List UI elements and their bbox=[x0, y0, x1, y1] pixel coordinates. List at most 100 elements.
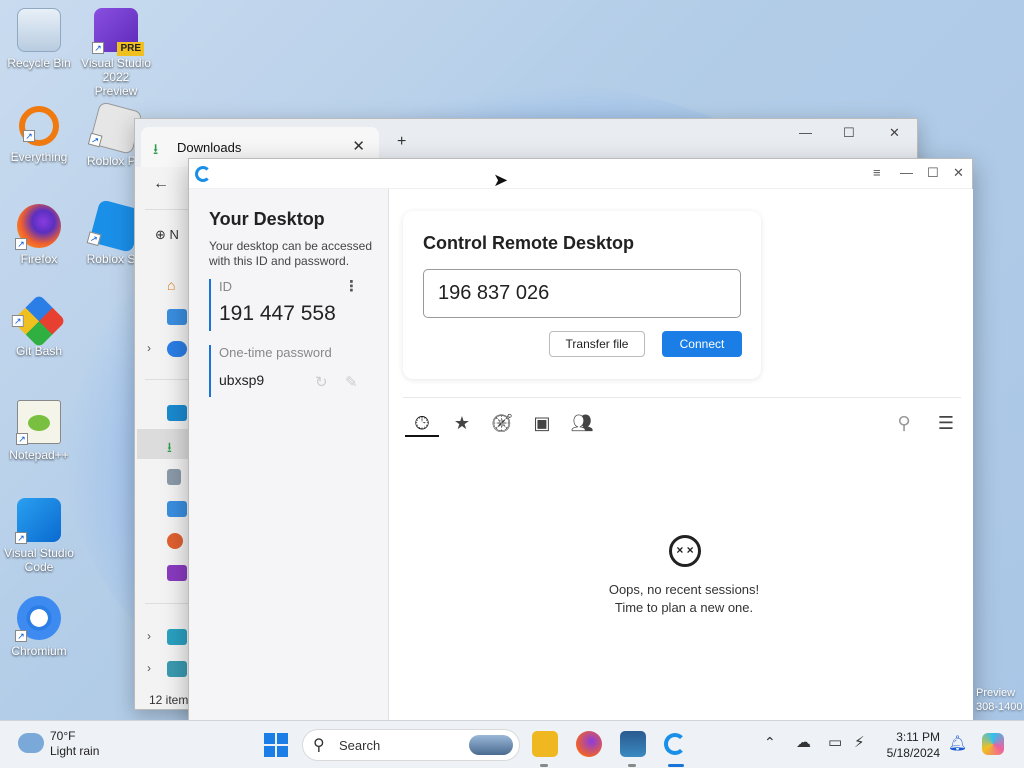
divider bbox=[145, 379, 191, 380]
empty-line-1: Oops, no recent sessions! bbox=[608, 582, 760, 597]
desktop-icon-firefox[interactable]: ↗ Firefox bbox=[3, 204, 75, 266]
network-icon[interactable] bbox=[167, 661, 187, 677]
desktop-icon-visual-studio-2022[interactable]: ↗ PRE Visual Studio 2022 Preview bbox=[80, 8, 152, 98]
network-icon[interactable]: ⚡︎ bbox=[854, 733, 865, 751]
watermark-line1: Preview bbox=[976, 687, 1016, 699]
discovered-compass-icon[interactable]: 🧭︎ bbox=[487, 413, 517, 434]
explorer-tab-label: Downloads bbox=[177, 140, 242, 155]
documents-folder-icon[interactable] bbox=[167, 469, 181, 485]
your-desktop-description: Your desktop can be accessed with this I… bbox=[209, 239, 373, 268]
list-view-icon[interactable]: ☰ bbox=[931, 413, 961, 434]
favorites-icon[interactable]: ★ bbox=[447, 413, 477, 434]
refresh-password-icon[interactable]: ↻ bbox=[315, 373, 328, 391]
this-pc-icon[interactable] bbox=[167, 629, 187, 645]
recycle-bin-icon bbox=[17, 8, 61, 52]
empty-sessions-message: Oops, no recent sessions! Time to plan a… bbox=[579, 581, 789, 617]
taskbar-search[interactable]: ⚲ Search bbox=[302, 729, 520, 761]
weather-desc: Light rain bbox=[50, 744, 100, 758]
onedrive-icon[interactable] bbox=[167, 341, 187, 357]
search-icon: ⚲ bbox=[313, 737, 325, 754]
music-folder-icon[interactable] bbox=[167, 533, 183, 549]
desktop-icon-label: Notepad++ bbox=[9, 448, 69, 462]
desktop-icon-git-bash[interactable]: ↗ Git Bash bbox=[3, 294, 75, 358]
maximize-icon[interactable]: ☐ bbox=[927, 165, 939, 181]
search-label: Search bbox=[339, 738, 381, 753]
shortcut-arrow-icon: ↗ bbox=[11, 315, 24, 327]
remote-id-input[interactable]: 196 837 026 bbox=[423, 269, 741, 318]
shortcut-arrow-icon: ↗ bbox=[15, 630, 27, 642]
rustdesk-window[interactable]: ≡ ― ☐ ✕ Your Desktop Your desktop can be… bbox=[188, 158, 973, 721]
address-book-icon[interactable]: ▣ bbox=[527, 413, 557, 434]
active-tab-indicator bbox=[405, 435, 439, 437]
desktop-icon-label: Firefox bbox=[20, 252, 58, 266]
rustdesk-main: Control Remote Desktop 196 837 026 Trans… bbox=[389, 189, 973, 721]
id-block: ID 191 447 558 ⋮ bbox=[209, 277, 377, 331]
desktop-icon-label: Everything bbox=[10, 150, 68, 164]
connect-button[interactable]: Connect bbox=[662, 331, 742, 357]
desktop-folder-icon[interactable] bbox=[167, 405, 187, 421]
new-tab-button[interactable]: + bbox=[397, 133, 406, 151]
id-value[interactable]: 191 447 558 bbox=[219, 302, 377, 326]
shortcut-arrow-icon: ↗ bbox=[15, 238, 27, 250]
chevron-right-icon[interactable]: › bbox=[147, 661, 151, 675]
new-button[interactable]: ⊕ N bbox=[155, 227, 179, 243]
password-block: One-time password ubxsp9 ↻ ✎ bbox=[209, 345, 377, 397]
file-explorer-taskbar-icon[interactable] bbox=[532, 731, 558, 757]
cloud-offline-icon[interactable]: ☁︎ bbox=[796, 733, 811, 751]
close-icon[interactable]: ✕ bbox=[953, 165, 964, 181]
windows-watermark: Preview 308-1400 bbox=[976, 686, 1023, 714]
shortcut-arrow-icon: ↗ bbox=[23, 130, 35, 142]
clock[interactable]: 3:11 PM 5/18/2024 bbox=[887, 729, 940, 761]
desktop-icon-everything[interactable]: ↗ Everything bbox=[3, 106, 75, 164]
transfer-file-button[interactable]: Transfer file bbox=[549, 331, 645, 357]
recent-sessions-icon[interactable]: 🕒︎ bbox=[407, 413, 437, 434]
watermark-line2: 308-1400 bbox=[976, 701, 1023, 713]
more-options-icon[interactable]: ⋮ bbox=[344, 277, 359, 295]
download-icon: ⭳ bbox=[153, 141, 159, 158]
rustdesk-titlebar[interactable]: ≡ ― ☐ ✕ bbox=[189, 159, 972, 189]
chevron-right-icon[interactable]: › bbox=[147, 341, 151, 355]
desktop-icon-chromium[interactable]: ↗ Chromium bbox=[3, 596, 75, 658]
menu-icon[interactable]: ≡ bbox=[873, 165, 881, 180]
weather-widget[interactable]: 70°F Light rain bbox=[50, 729, 99, 759]
visual-studio-icon: ↗ PRE bbox=[92, 8, 144, 56]
new-button-label: N bbox=[169, 227, 179, 242]
display-icon[interactable]: ▭ bbox=[828, 733, 842, 751]
edit-password-icon[interactable]: ✎ bbox=[345, 373, 358, 391]
divider bbox=[145, 603, 191, 604]
copilot-icon[interactable] bbox=[982, 733, 1004, 755]
start-button[interactable] bbox=[264, 733, 288, 757]
divider bbox=[403, 397, 961, 398]
close-icon[interactable]: ✕ bbox=[889, 125, 900, 141]
home-icon[interactable]: ⌂ bbox=[167, 277, 187, 293]
rustdesk-taskbar-icon[interactable] bbox=[664, 733, 686, 755]
back-button[interactable]: ← bbox=[153, 175, 169, 193]
gallery-icon[interactable] bbox=[167, 309, 187, 325]
item-count: 12 item bbox=[149, 693, 189, 707]
notepad-plus-plus-icon: ↗ bbox=[16, 400, 61, 445]
videos-folder-icon[interactable] bbox=[167, 565, 187, 581]
your-desktop-title: Your Desktop bbox=[209, 209, 325, 229]
minimize-icon[interactable]: ― bbox=[900, 165, 913, 180]
weather-cloud-icon[interactable] bbox=[18, 733, 44, 753]
maximize-icon[interactable]: ☐ bbox=[843, 125, 855, 141]
notification-bell-icon[interactable]: 🔔︎ bbox=[948, 734, 967, 752]
pictures-folder-icon[interactable] bbox=[167, 501, 187, 517]
desktop-icon-vscode[interactable]: ↗ Visual Studio Code bbox=[3, 498, 75, 574]
mouse-cursor-icon: ➤ bbox=[493, 170, 509, 190]
chevron-up-icon[interactable]: ⌃ bbox=[764, 734, 776, 751]
search-icon[interactable]: ⚲ bbox=[889, 413, 919, 434]
desktop-icon-recycle-bin[interactable]: Recycle Bin bbox=[3, 8, 75, 70]
shortcut-arrow-icon: ↗ bbox=[86, 231, 102, 247]
firefox-taskbar-icon[interactable] bbox=[576, 731, 602, 757]
monitor-app-taskbar-icon[interactable] bbox=[620, 731, 646, 757]
desktop-icon-label: Visual Studio 2022 Preview bbox=[81, 56, 151, 98]
chevron-right-icon[interactable]: › bbox=[147, 629, 151, 643]
desktop-icon-notepad-plus-plus[interactable]: ↗ Notepad++ bbox=[3, 400, 75, 462]
shortcut-arrow-icon: ↗ bbox=[92, 42, 104, 54]
minimize-icon[interactable]: ― bbox=[799, 125, 812, 140]
close-tab-icon[interactable]: ✕ bbox=[352, 137, 365, 155]
desktop-icon-label: Git Bash bbox=[15, 344, 63, 358]
desktop-icon-label: Visual Studio Code bbox=[4, 546, 74, 574]
group-icon[interactable]: 👥︎ bbox=[567, 413, 597, 434]
